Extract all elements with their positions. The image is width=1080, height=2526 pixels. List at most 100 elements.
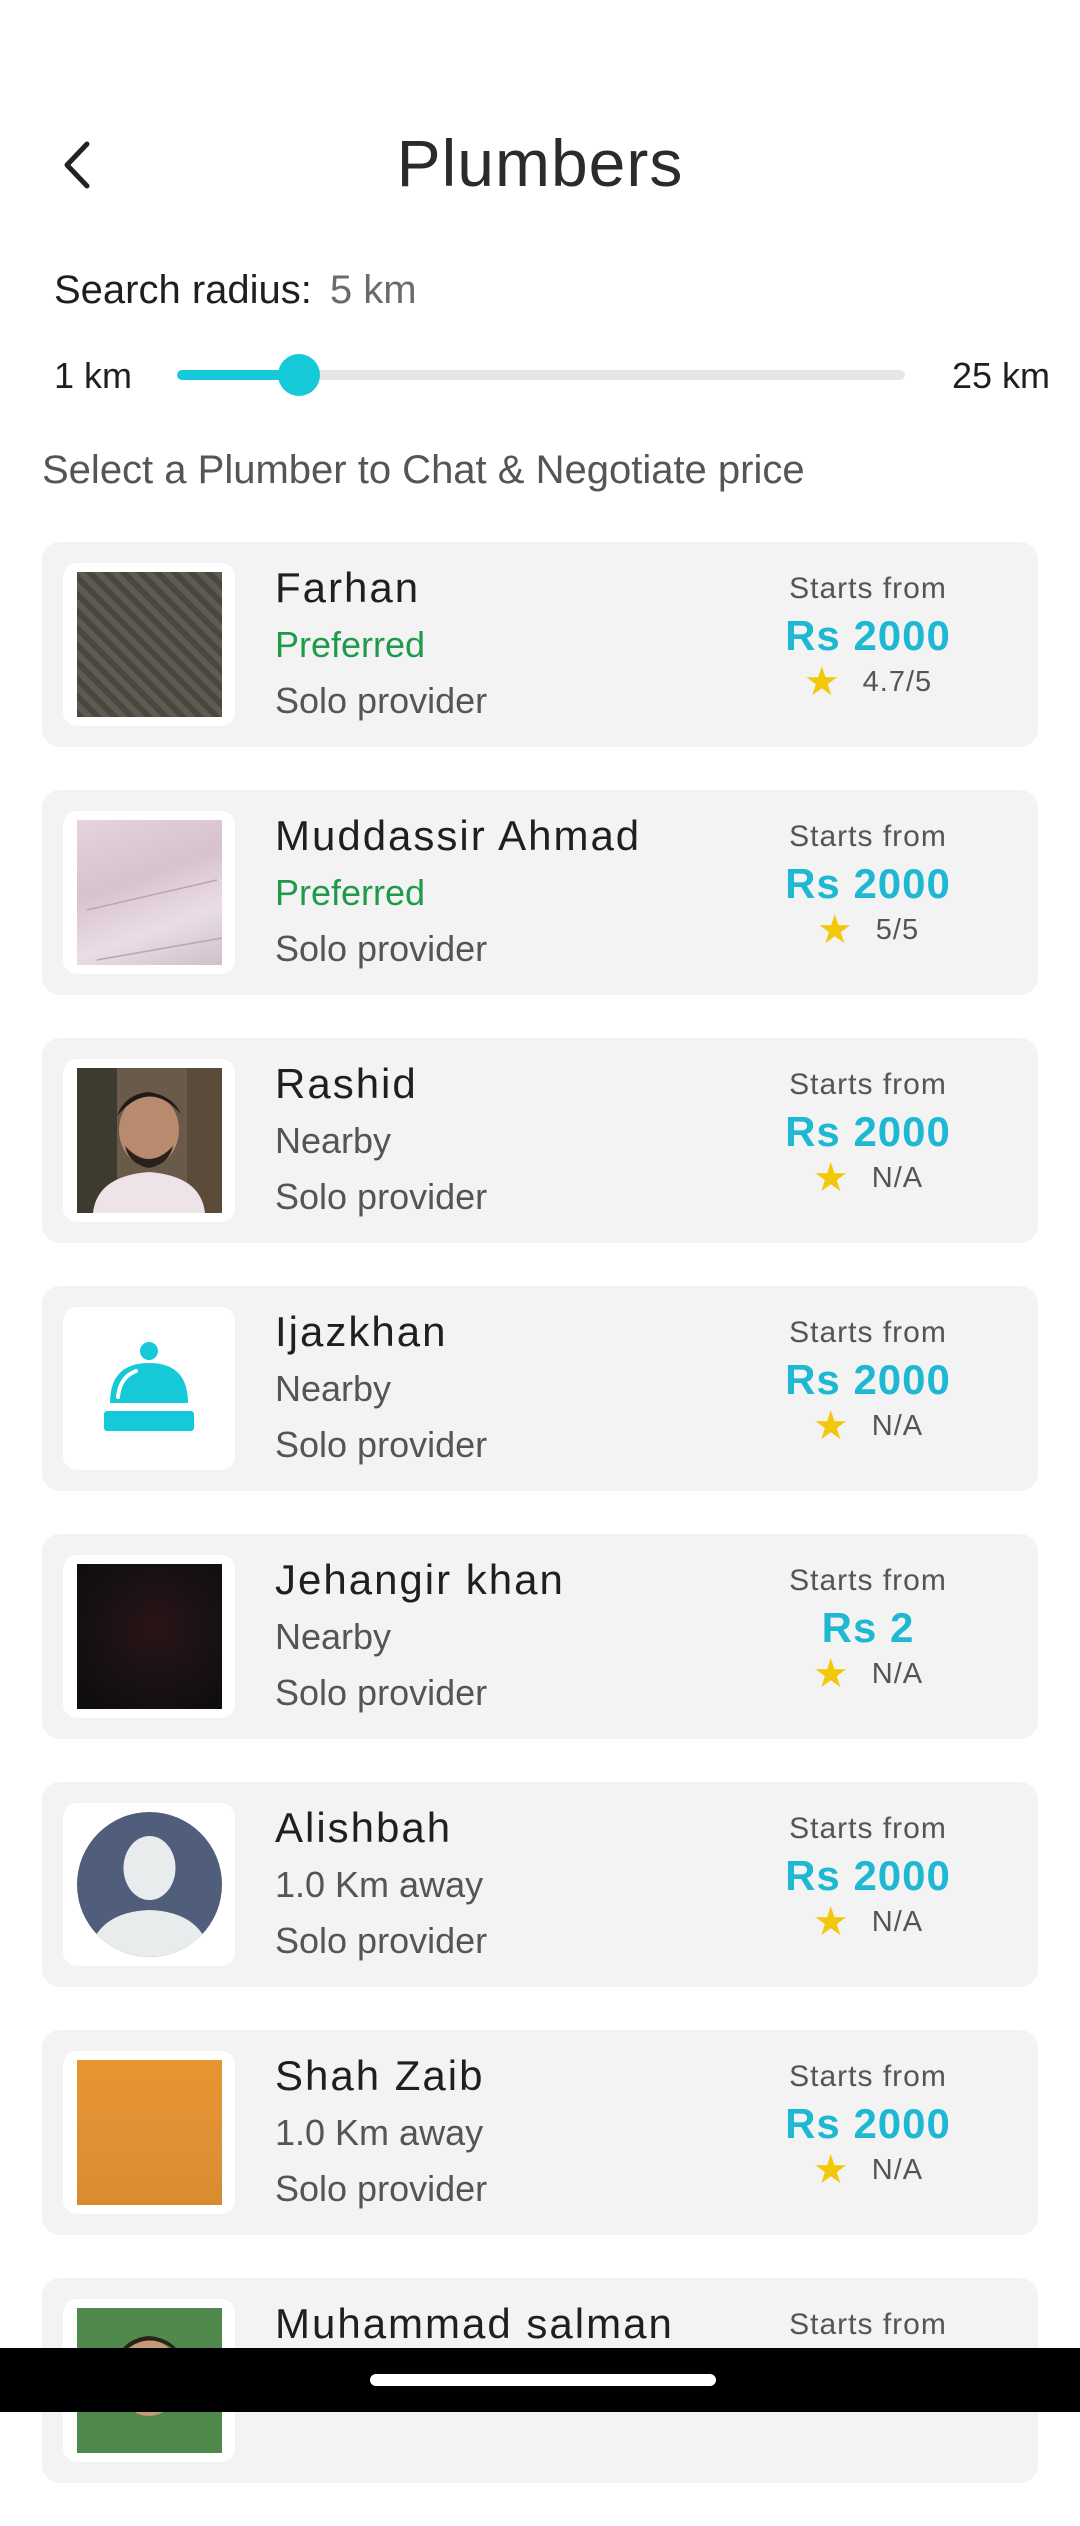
provider-type: Solo provider — [275, 2168, 488, 2209]
provider-card[interactable]: Rashid Nearby Solo provider Starts from … — [42, 1038, 1038, 1243]
provider-photo — [63, 563, 235, 726]
provider-name: Muhammad salman — [275, 2300, 674, 2347]
provider-photo — [63, 1555, 235, 1718]
starts-from-label: Starts from — [789, 2308, 947, 2341]
orange-photo — [76, 2060, 222, 2205]
wall-photo — [76, 820, 222, 965]
star-icon: ★ — [803, 660, 841, 704]
provider-photo — [63, 1803, 235, 1966]
provider-type: Solo provider — [275, 1424, 488, 1465]
star-icon: ★ — [812, 1404, 850, 1448]
search-radius-label: Search radius: — [54, 268, 312, 312]
app-header: Plumbers — [0, 0, 1080, 250]
price-info: Starts from Rs 2000 ★ N/A — [738, 1812, 998, 1944]
provider-tag: Preferred — [275, 872, 426, 913]
provider-photo — [63, 1307, 235, 1470]
star-icon: ★ — [812, 2148, 850, 2192]
provider-tag: Nearby — [275, 1616, 392, 1657]
starts-from-label: Starts from — [789, 820, 947, 853]
price-info: Starts from Rs 2000 ★ 5/5 — [738, 820, 998, 952]
provider-name: Farhan — [275, 564, 421, 611]
service-bell-icon — [77, 1316, 222, 1461]
provider-tag: Nearby — [275, 1368, 392, 1409]
provider-card[interactable]: Muddassir Ahmad Preferred Solo provider … — [42, 790, 1038, 995]
rating-value: N/A — [871, 1409, 924, 1442]
starts-from-label: Starts from — [789, 1316, 947, 1349]
rating: ★ N/A — [738, 1404, 998, 1448]
price-value: Rs 2000 — [785, 1108, 951, 1155]
provider-type: Solo provider — [275, 1176, 488, 1217]
slider-max-label: 25 km — [951, 355, 1050, 396]
page-title: Plumbers — [396, 126, 684, 200]
rating: ★ 5/5 — [738, 908, 998, 952]
slider-min-label: 1 km — [54, 355, 133, 396]
provider-card[interactable]: Alishbah 1.0 Km away Solo provider Start… — [42, 1782, 1038, 1987]
provider-card[interactable]: Jehangir khan Nearby Solo provider Start… — [42, 1534, 1038, 1739]
provider-tag: Preferred — [275, 624, 426, 665]
provider-type: Solo provider — [275, 680, 488, 721]
price-info: Starts from Rs 2000 ★ N/A — [738, 1316, 998, 1448]
price-value: Rs 2000 — [785, 2100, 951, 2147]
provider-name: Jehangir khan — [275, 1556, 565, 1603]
rating: ★ N/A — [738, 2148, 998, 2192]
slider-track[interactable] — [177, 354, 905, 396]
price-value: Rs 2000 — [785, 860, 951, 907]
search-radius: Search radius: 5 km — [54, 268, 417, 313]
search-radius-value: 5 km — [329, 268, 417, 312]
star-icon: ★ — [812, 1156, 850, 1200]
provider-card[interactable]: Farhan Preferred Solo provider Starts fr… — [42, 542, 1038, 747]
provider-photo — [63, 1059, 235, 1222]
rating: ★ N/A — [738, 1900, 998, 1944]
provider-name: Alishbah — [275, 1804, 453, 1851]
texture-photo — [76, 572, 222, 717]
rating: ★ N/A — [738, 1156, 998, 1200]
dark-photo — [76, 1564, 222, 1709]
system-navigation-bar — [0, 2348, 1080, 2412]
provider-tag: 1.0 Km away — [275, 1864, 484, 1905]
starts-from-label: Starts from — [789, 2060, 947, 2093]
provider-photo — [63, 811, 235, 974]
price-info: Starts from Rs 2000 ★ 4.7/5 — [738, 572, 998, 704]
provider-type: Solo provider — [275, 1920, 488, 1961]
price-value: Rs 2000 — [785, 1356, 951, 1403]
home-gesture-handle[interactable] — [370, 2374, 716, 2386]
person-photo — [76, 1068, 222, 1213]
radius-slider[interactable]: 1 km 25 km — [0, 345, 1080, 405]
provider-name: Muddassir Ahmad — [275, 812, 642, 859]
instruction-text: Select a Plumber to Chat & Negotiate pri… — [42, 448, 805, 492]
provider-type: Solo provider — [275, 928, 488, 969]
rating-value: N/A — [871, 1657, 924, 1690]
rating: ★ 4.7/5 — [738, 660, 998, 704]
starts-from-label: Starts from — [789, 1564, 947, 1597]
provider-photo — [63, 2051, 235, 2214]
star-icon: ★ — [812, 1900, 850, 1944]
provider-tag: 1.0 Km away — [275, 2112, 484, 2153]
price-info: Starts from Rs 2000 ★ N/A — [738, 1068, 998, 1200]
provider-card[interactable]: Shah Zaib 1.0 Km away Solo provider Star… — [42, 2030, 1038, 2235]
star-icon: ★ — [812, 1652, 850, 1696]
starts-from-label: Starts from — [789, 1068, 947, 1101]
provider-name: Shah Zaib — [275, 2052, 485, 2099]
price-value: Rs 2000 — [785, 612, 951, 659]
price-value: Rs 2000 — [785, 1852, 951, 1899]
provider-name: Rashid — [275, 1060, 418, 1107]
star-icon: ★ — [816, 908, 854, 952]
provider-type: Solo provider — [275, 1672, 488, 1713]
rating: ★ N/A — [738, 1652, 998, 1696]
price-info: Starts from Rs 2000 ★ N/A — [738, 2060, 998, 2192]
provider-list: Farhan Preferred Solo provider Starts fr… — [42, 542, 1038, 2526]
starts-from-label: Starts from — [789, 1812, 947, 1845]
rating-value: N/A — [871, 1905, 924, 1938]
price-info: Starts from — [738, 2308, 998, 2342]
price-value: Rs 2 — [821, 1604, 915, 1651]
rating-value: 5/5 — [875, 913, 920, 946]
rating-value: N/A — [871, 1161, 924, 1194]
starts-from-label: Starts from — [789, 572, 947, 605]
rating-value: 4.7/5 — [862, 665, 933, 698]
slider-thumb[interactable] — [277, 354, 320, 396]
provider-name: Ijazkhan — [275, 1308, 448, 1355]
provider-tag: Nearby — [275, 1120, 392, 1161]
avatar-placeholder-icon — [76, 1812, 222, 1957]
provider-card[interactable]: Ijazkhan Nearby Solo provider Starts fro… — [42, 1286, 1038, 1491]
rating-value: N/A — [871, 2153, 924, 2186]
